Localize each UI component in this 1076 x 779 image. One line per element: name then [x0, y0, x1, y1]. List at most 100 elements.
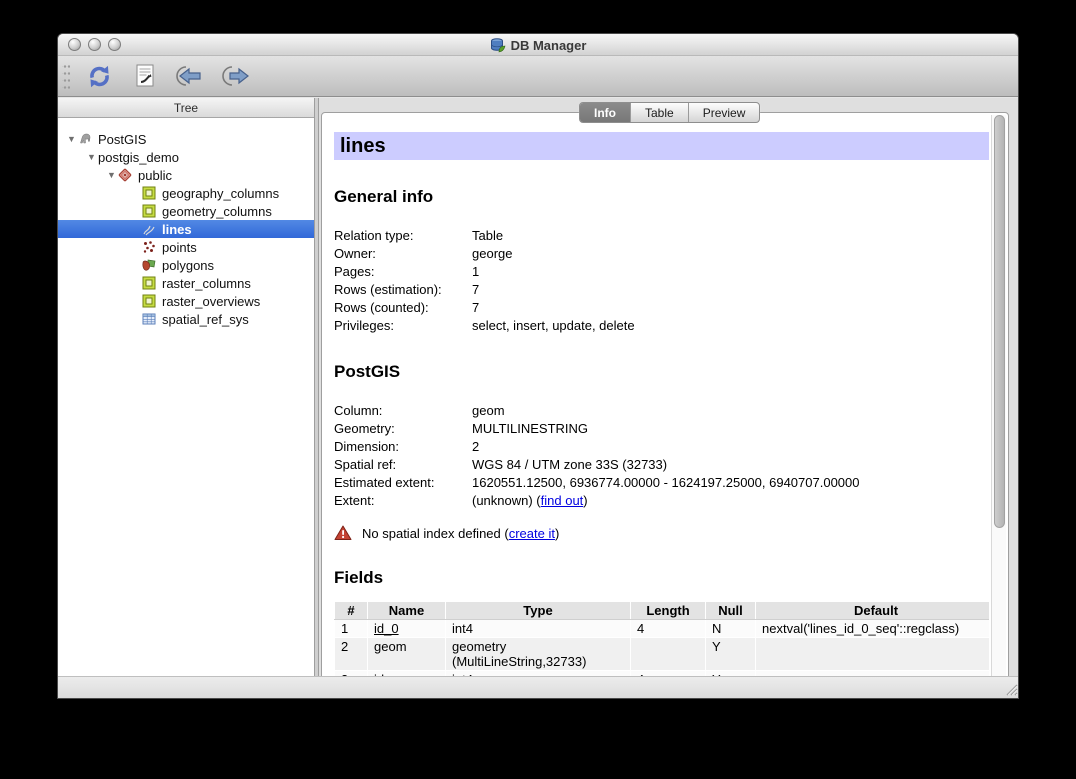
cell-default — [756, 638, 990, 671]
cell-type: int4 — [446, 620, 631, 638]
export-to-file-button[interactable] — [220, 60, 254, 92]
tab-preview[interactable]: Preview — [689, 103, 760, 122]
find-out-link[interactable]: find out — [541, 493, 584, 508]
info-value: Table — [472, 227, 503, 245]
title-bar[interactable]: DB Manager — [58, 34, 1018, 56]
tree-item-label: spatial_ref_sys — [162, 312, 249, 327]
status-bar — [58, 676, 1019, 698]
tree-item-postgis-demo[interactable]: ▼ postgis_demo — [58, 148, 314, 166]
info-label: Column: — [334, 402, 472, 420]
refresh-button[interactable] — [82, 60, 116, 92]
point-layer-icon — [142, 240, 158, 254]
window-title-area: DB Manager — [58, 34, 1018, 56]
section-heading-fields: Fields — [334, 568, 989, 588]
db-manager-icon — [490, 37, 506, 53]
tree-item-points[interactable]: points — [58, 238, 314, 256]
info-value: WGS 84 / UTM zone 33S (32733) — [472, 456, 667, 474]
tree-item-postgis[interactable]: ▼ PostGIS — [58, 130, 314, 148]
connections-tree: ▼ PostGIS ▼ postgis_demo ▼ — [58, 118, 314, 328]
info-label: Spatial ref: — [334, 456, 472, 474]
tree-panel: Tree ▼ PostGIS ▼ postgis_demo — [58, 98, 314, 678]
info-label: Rows (estimation): — [334, 281, 472, 299]
info-label: Privileges: — [334, 317, 472, 335]
line-layer-icon — [142, 222, 158, 236]
tab-table[interactable]: Table — [631, 103, 689, 122]
import-layer-icon — [176, 64, 206, 88]
resize-grip[interactable] — [1003, 681, 1018, 696]
tree-item-geometry-columns[interactable]: geometry_columns — [58, 202, 314, 220]
tree-item-raster-overviews[interactable]: raster_overviews — [58, 292, 314, 310]
tree-item-label: points — [162, 240, 197, 255]
info-label: Rows (counted): — [334, 299, 472, 317]
info-page: lines General info Relation type:Table O… — [324, 115, 989, 677]
toolbar-drag-handle[interactable] — [62, 61, 70, 91]
tree-item-spatial-ref-sys[interactable]: spatial_ref_sys — [58, 310, 314, 328]
refresh-icon — [86, 63, 113, 90]
tree-item-lines[interactable]: lines — [58, 220, 314, 238]
tree-item-geography-columns[interactable]: geography_columns — [58, 184, 314, 202]
metadata-table-icon — [142, 294, 158, 308]
tree-panel-header: Tree — [58, 98, 314, 118]
column-header: Type — [446, 602, 631, 620]
cell-default: nextval('lines_id_0_seq'::regclass) — [756, 620, 990, 638]
vertical-scrollbar[interactable] — [991, 115, 1006, 677]
sql-window-button[interactable] — [128, 60, 162, 92]
info-value: george — [472, 245, 512, 263]
tree-item-raster-columns[interactable]: raster_columns — [58, 274, 314, 292]
tree-item-label: raster_overviews — [162, 294, 260, 309]
metadata-table-icon — [142, 276, 158, 290]
tab-label: Table — [645, 106, 674, 120]
polygon-layer-icon — [142, 258, 158, 272]
create-it-link[interactable]: create it — [509, 526, 555, 541]
tree-item-polygons[interactable]: polygons — [58, 256, 314, 274]
info-value: 1620551.12500, 6936774.00000 - 1624197.2… — [472, 474, 860, 492]
cell-length — [631, 638, 706, 671]
disclosure-triangle-icon[interactable]: ▼ — [105, 170, 118, 180]
tab-info[interactable]: Info — [580, 103, 631, 122]
fields-table: # Name Type Length Null Default 1 — [334, 601, 989, 677]
info-label: Estimated extent: — [334, 474, 472, 492]
metadata-table-icon — [142, 186, 158, 200]
info-label: Geometry: — [334, 420, 472, 438]
info-value: 1 — [472, 263, 479, 281]
tree-item-label: postgis_demo — [98, 150, 179, 165]
table-title-banner: lines — [334, 132, 989, 160]
postgis-info-list: Column:geom Geometry:MULTILINESTRING Dim… — [334, 402, 989, 510]
warning-post: ) — [555, 526, 559, 541]
info-value: select, insert, update, delete — [472, 317, 635, 335]
tree-item-label: geography_columns — [162, 186, 279, 201]
extent-pre: (unknown) ( — [472, 493, 541, 508]
toolbar — [58, 56, 1018, 97]
detail-panel: Info Table Preview lines General info Re… — [319, 98, 1019, 678]
column-header: Default — [756, 602, 990, 620]
tree-item-label: public — [138, 168, 172, 183]
cell-length: 4 — [631, 620, 706, 638]
sql-window-icon — [133, 63, 157, 89]
scrollbar-thumb[interactable] — [994, 115, 1005, 528]
disclosure-triangle-icon[interactable]: ▼ — [65, 134, 78, 144]
tree-header-label: Tree — [174, 101, 198, 115]
info-value: 7 — [472, 299, 479, 317]
warning-text: No spatial index defined (create it) — [362, 526, 559, 541]
schema-icon — [118, 168, 134, 182]
tree-item-public[interactable]: ▼ public — [58, 166, 314, 184]
tree-item-label: polygons — [162, 258, 214, 273]
extent-value: (unknown) (find out) — [472, 492, 588, 510]
window-title: DB Manager — [511, 38, 587, 53]
data-table-icon — [142, 312, 158, 326]
tab-label: Info — [594, 106, 616, 120]
import-layer-button[interactable] — [174, 60, 208, 92]
tree-item-label: raster_columns — [162, 276, 251, 291]
disclosure-triangle-icon[interactable]: ▼ — [85, 152, 98, 162]
info-frame: lines General info Relation type:Table O… — [321, 112, 1009, 678]
info-label: Dimension: — [334, 438, 472, 456]
cell-type: geometry (MultiLineString,32733) — [446, 638, 631, 671]
info-label: Owner: — [334, 245, 472, 263]
section-heading-postgis: PostGIS — [334, 362, 989, 382]
warning-icon — [334, 525, 352, 541]
tree-item-label: geometry_columns — [162, 204, 272, 219]
tree-item-label: PostGIS — [98, 132, 146, 147]
section-heading-general: General info — [334, 187, 989, 207]
table-row: 2 geom geometry (MultiLineString,32733) … — [335, 638, 990, 671]
fields-header-row: # Name Type Length Null Default — [335, 602, 990, 620]
